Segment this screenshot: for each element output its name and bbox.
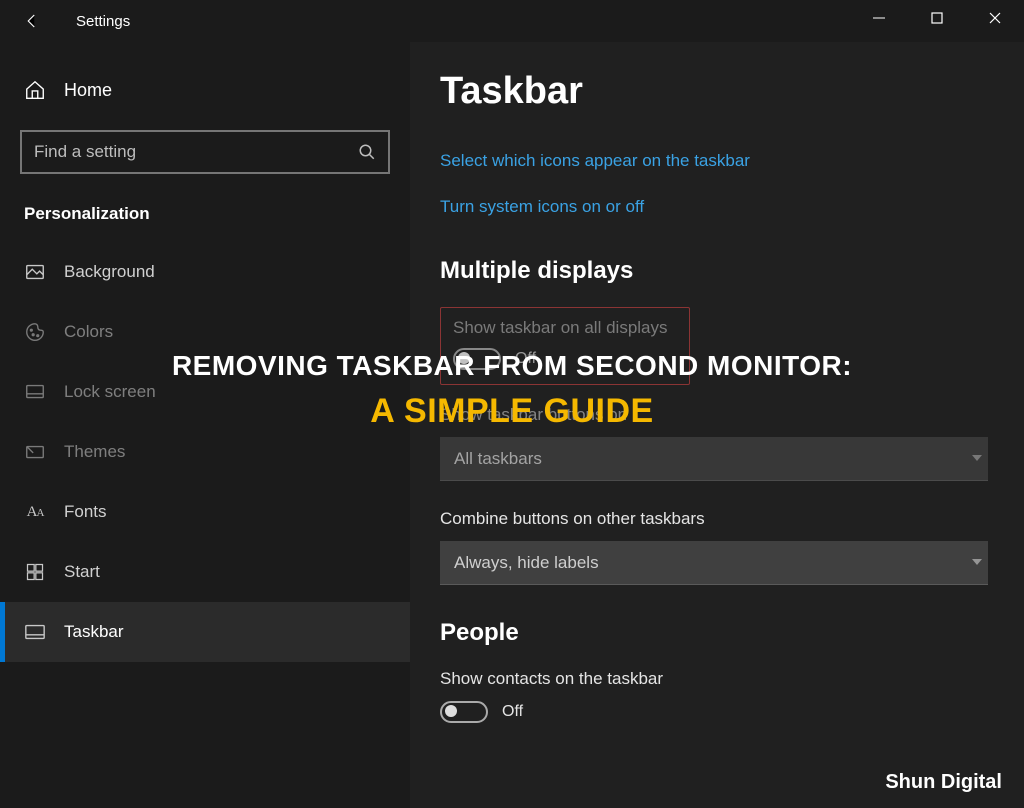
search-container bbox=[20, 130, 390, 174]
show-taskbar-buttons-label: Show taskbar buttons on bbox=[440, 405, 994, 425]
show-taskbar-all-toggle[interactable] bbox=[453, 348, 501, 370]
sidebar: Home Personalization Background Colors L… bbox=[0, 42, 410, 808]
window-controls bbox=[850, 0, 1024, 36]
sidebar-item-lockscreen[interactable]: Lock screen bbox=[0, 362, 410, 422]
titlebar: Settings bbox=[0, 0, 1024, 42]
sidebar-item-label: Lock screen bbox=[64, 382, 156, 402]
nav-home[interactable]: Home bbox=[0, 60, 410, 120]
link-select-icons[interactable]: Select which icons appear on the taskbar bbox=[440, 151, 994, 171]
dropdown-value: Always, hide labels bbox=[454, 553, 599, 573]
nav-home-label: Home bbox=[64, 80, 112, 101]
dropdown-value: All taskbars bbox=[454, 449, 542, 469]
show-contacts-state: Off bbox=[502, 703, 523, 721]
link-system-icons[interactable]: Turn system icons on or off bbox=[440, 197, 994, 217]
fonts-icon: AA bbox=[24, 501, 46, 523]
show-contacts-toggle[interactable] bbox=[440, 701, 488, 723]
settings-window: Settings Home Personalization bbox=[0, 0, 1024, 808]
show-contacts-row: Off bbox=[440, 701, 994, 723]
home-icon bbox=[24, 79, 46, 101]
sidebar-section-header: Personalization bbox=[0, 192, 410, 242]
search-box[interactable] bbox=[20, 130, 390, 174]
page-heading: Taskbar bbox=[440, 70, 994, 113]
content-area: Taskbar Select which icons appear on the… bbox=[410, 42, 1024, 808]
sidebar-item-label: Start bbox=[64, 562, 100, 582]
close-button[interactable] bbox=[966, 0, 1024, 36]
sidebar-item-fonts[interactable]: AA Fonts bbox=[0, 482, 410, 542]
show-taskbar-all-label: Show taskbar on all displays bbox=[453, 318, 677, 338]
back-button[interactable] bbox=[12, 0, 52, 42]
show-taskbar-all-state: Off bbox=[515, 350, 536, 368]
sidebar-item-label: Themes bbox=[64, 442, 125, 462]
themes-icon bbox=[24, 441, 46, 463]
sidebar-item-label: Taskbar bbox=[64, 622, 124, 642]
combine-buttons-dropdown[interactable]: Always, hide labels bbox=[440, 541, 988, 585]
sidebar-item-start[interactable]: Start bbox=[0, 542, 410, 602]
sidebar-item-colors[interactable]: Colors bbox=[0, 302, 410, 362]
show-taskbar-buttons-dropdown[interactable]: All taskbars bbox=[440, 437, 988, 481]
window-title: Settings bbox=[76, 13, 130, 30]
lock-screen-icon bbox=[24, 381, 46, 403]
sidebar-item-label: Colors bbox=[64, 322, 113, 342]
palette-icon bbox=[24, 321, 46, 343]
maximize-button[interactable] bbox=[908, 0, 966, 36]
highlighted-setting: Show taskbar on all displays Off bbox=[440, 307, 690, 385]
watermark: Shun Digital bbox=[885, 771, 1002, 794]
sidebar-item-label: Background bbox=[64, 262, 155, 282]
sidebar-item-background[interactable]: Background bbox=[0, 242, 410, 302]
minimize-button[interactable] bbox=[850, 0, 908, 36]
show-taskbar-all-row: Off bbox=[453, 348, 677, 370]
search-input[interactable] bbox=[34, 142, 358, 162]
sidebar-item-themes[interactable]: Themes bbox=[0, 422, 410, 482]
start-icon bbox=[24, 561, 46, 583]
combine-buttons-label: Combine buttons on other taskbars bbox=[440, 509, 994, 529]
show-contacts-label: Show contacts on the taskbar bbox=[440, 669, 994, 689]
section-people: People bbox=[440, 619, 994, 647]
taskbar-icon bbox=[24, 621, 46, 643]
search-icon bbox=[358, 143, 376, 161]
picture-icon bbox=[24, 261, 46, 283]
section-multiple-displays: Multiple displays bbox=[440, 257, 994, 285]
sidebar-item-taskbar[interactable]: Taskbar bbox=[0, 602, 410, 662]
sidebar-item-label: Fonts bbox=[64, 502, 107, 522]
